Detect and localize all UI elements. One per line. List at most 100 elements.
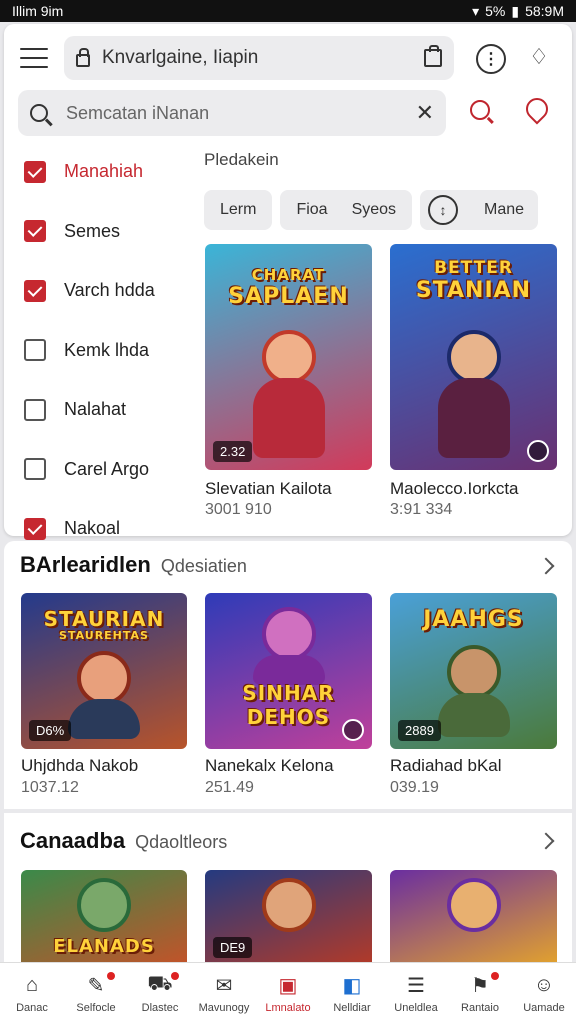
menu-icon[interactable] [20, 48, 48, 68]
tab-lmnalato[interactable]: ▣ Lmnalato [259, 974, 317, 1015]
chat-icon: ✉ [215, 974, 233, 997]
game-tile[interactable]: BETTER STANIAN [390, 244, 557, 470]
tab-uneldlea[interactable]: ☰ Uneldlea [387, 974, 445, 1015]
section-title: Canaadba [20, 828, 126, 853]
game-tile[interactable]: DE9 [205, 870, 372, 962]
game-price: 1037.12 [21, 779, 79, 796]
list-icon: ☰ [407, 974, 425, 997]
game-title[interactable]: Maolecco.Iorkcta [390, 479, 519, 499]
game-title[interactable]: Uhjdhda Nakob [21, 756, 138, 776]
game-price: 3:91 334 [390, 501, 453, 518]
battery-text: 5% [485, 3, 506, 19]
game-title[interactable]: Radiahad bKal [390, 756, 502, 776]
search-input[interactable]: Semcatan iNanan [66, 103, 416, 124]
game-tile[interactable]: SINHAR DEHOS [205, 593, 372, 749]
search-icon [30, 104, 48, 122]
checkbox[interactable] [24, 517, 46, 540]
chip-label: Mane [484, 201, 525, 218]
checkbox[interactable] [24, 160, 46, 183]
tab-label: Selfocle [76, 1002, 116, 1014]
game-price: 039.19 [390, 779, 439, 796]
address-bar[interactable]: Knvarlgaine, Iiapin [64, 36, 454, 80]
mail-icon: ▣ [278, 974, 298, 997]
checkbox[interactable] [24, 339, 46, 362]
profile-icon: ☺ [533, 973, 555, 996]
section-subtitle: Qdaoltleors [135, 832, 228, 852]
clear-icon[interactable]: ✕ [416, 100, 434, 126]
checkbox[interactable] [24, 458, 46, 481]
rating-badge: D6% [29, 720, 72, 741]
rating-badge: 2.32 [213, 441, 253, 462]
checkbox[interactable] [24, 279, 46, 302]
filter-label: Varch hdda [64, 280, 155, 301]
checkbox[interactable] [24, 220, 46, 243]
filter-item[interactable]: Varch hdda [24, 261, 194, 321]
chip-label: Fioa [296, 201, 328, 218]
search-bar[interactable]: Semcatan iNanan ✕ [18, 90, 446, 136]
tab-uamade[interactable]: ☺ Uamade [515, 973, 573, 1015]
character-figure [437, 330, 510, 458]
game-tile[interactable]: ELANADS [21, 870, 187, 962]
filter-label: Nakoal [64, 518, 121, 539]
tab-nelldiar[interactable]: ◧ Nelldiar [323, 974, 381, 1015]
art-subtitle: BETTER [434, 258, 513, 278]
chip-lerm[interactable]: Lerm [204, 190, 273, 230]
bottom-nav: ⌂ Danac ✎ Selfocle ⛟ Dlastec ✉ Mavunogy ▣ Lmn… [0, 962, 576, 1025]
filter-item[interactable]: Kemk lhda [24, 321, 194, 381]
battery-icon: ▮ [511, 2, 520, 19]
character-figure [252, 330, 325, 458]
character-figure [77, 878, 131, 932]
filter-label: Kemk lhda [64, 339, 150, 360]
art-subtitle: STAUREHTAS [59, 629, 149, 642]
play-icon[interactable] [342, 719, 364, 741]
location-icon[interactable] [521, 93, 553, 125]
section-subtitle: Qdesiatien [160, 556, 247, 576]
chip-label: Lerm [220, 201, 257, 218]
status-time: Illim 9im [12, 3, 64, 19]
info-circle-icon: ↕ [428, 195, 459, 225]
game-title[interactable]: Slevatian Kailota [205, 479, 332, 499]
tab-label: Nelldiar [333, 1002, 371, 1014]
tab-rantaio[interactable]: ⚑ Rantaio [451, 972, 509, 1014]
game-tile[interactable]: CHARAT SAPLAEN 2.32 [205, 244, 372, 470]
filter-list: Manahiah Semes Varch hdda Kemk lhda Nala… [24, 142, 194, 559]
chip-mane[interactable]: ↕ Mane [420, 190, 539, 230]
info-icon[interactable]: ⋮ [476, 44, 506, 74]
truck-icon: ⛟ [147, 972, 173, 995]
filter-item[interactable]: Nalahat [24, 380, 194, 440]
tab-mavunogy[interactable]: ✉ Mavunogy [195, 974, 253, 1015]
game-title[interactable]: Nanekalx Kelona [205, 756, 334, 776]
address-url: Knvarlgaine, Iiapin [102, 47, 259, 68]
notification-dot [491, 972, 499, 980]
art-title: STANIAN [415, 278, 532, 303]
play-icon[interactable] [527, 440, 549, 462]
filter-label: Nalahat [64, 399, 127, 420]
bell-icon[interactable]: ♢ [528, 46, 550, 68]
character-figure [68, 651, 140, 739]
status-clock: 58:9M [525, 3, 564, 19]
tab-label: Rantaio [461, 1002, 499, 1014]
wifi-icon: ▾ [472, 2, 480, 19]
rating-badge: DE9 [213, 937, 253, 958]
game-price: 3001 910 [205, 501, 272, 518]
tab-danac[interactable]: ⌂ Danac [3, 974, 61, 1015]
character-figure [446, 878, 501, 932]
game-tile[interactable]: STAURIAN STAUREHTAS D6% [21, 593, 187, 749]
filter-item[interactable]: Semes [24, 202, 194, 262]
tab-dlastec[interactable]: ⛟ Dlastec [131, 972, 189, 1014]
section-header[interactable]: Canaadba Qdaoltleors [20, 828, 227, 854]
filter-label: Semes [64, 220, 121, 241]
art-title: JAAHGS [423, 607, 524, 632]
tab-label: Danac [16, 1002, 48, 1014]
filter-item[interactable]: Carel Argo [24, 440, 194, 500]
chip-fioa-syeos[interactable]: Fioa Syeos [280, 190, 413, 230]
filter-item[interactable]: Manahiah [24, 142, 194, 202]
game-tile[interactable] [390, 870, 557, 962]
chip-row: Lerm Fioa Syeos ↕ Mane [204, 190, 539, 230]
search-red-icon[interactable] [470, 100, 490, 120]
tab-selfocle[interactable]: ✎ Selfocle [67, 972, 125, 1014]
bag-icon[interactable] [424, 45, 442, 67]
checkbox[interactable] [24, 398, 46, 421]
section-header[interactable]: BArlearidlen Qdesiatien [20, 552, 247, 578]
game-tile[interactable]: JAAHGS 2889 [390, 593, 557, 749]
